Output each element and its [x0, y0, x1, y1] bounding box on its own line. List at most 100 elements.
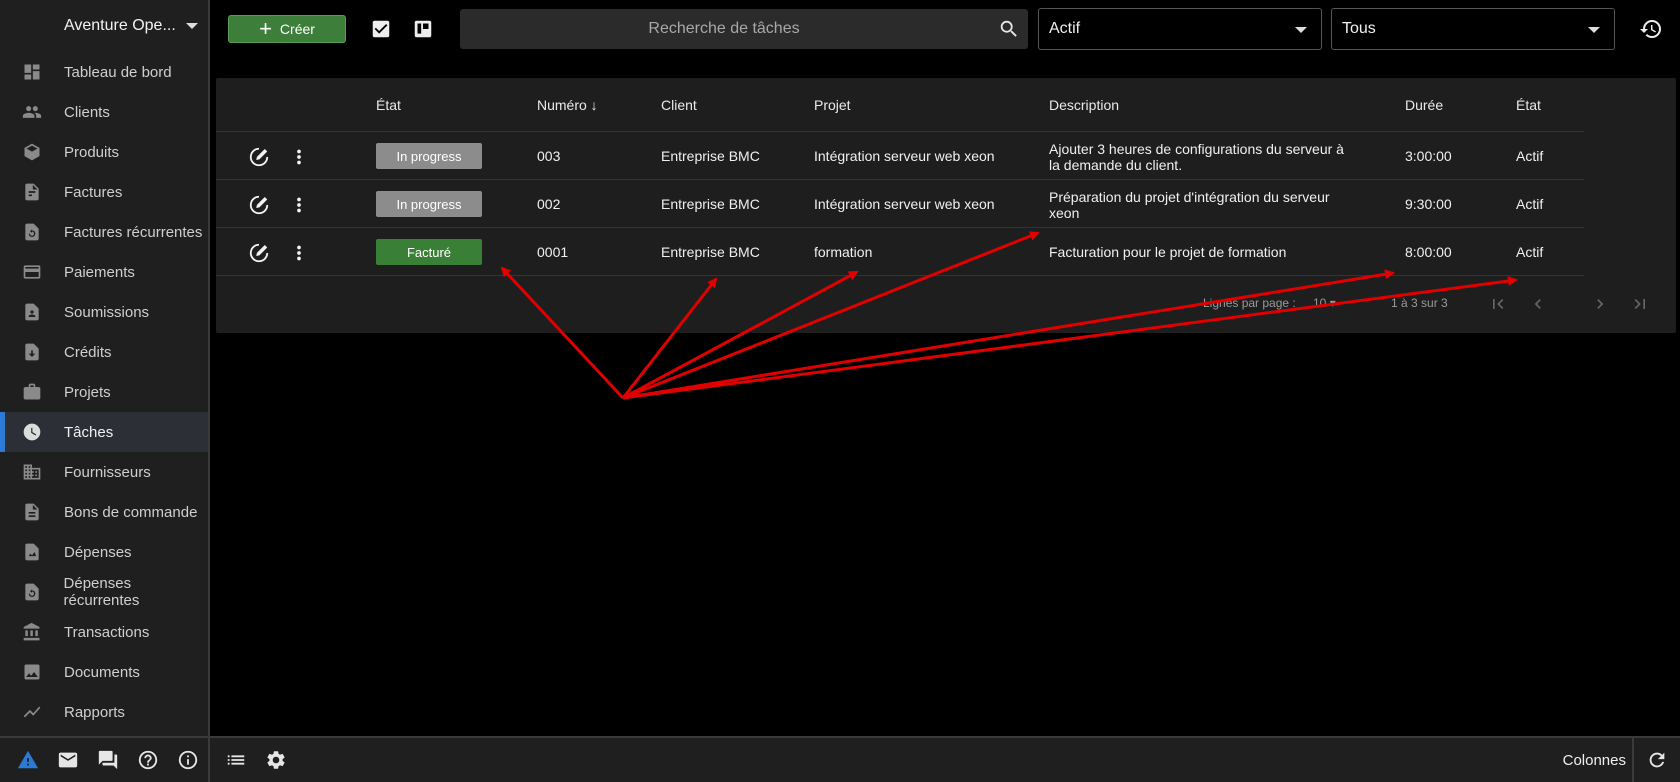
task-client[interactable]: Entreprise BMC — [661, 244, 760, 260]
task-number[interactable]: 0001 — [537, 244, 568, 260]
columns-button[interactable]: Colonnes — [1563, 752, 1626, 769]
task-project[interactable]: formation — [814, 244, 872, 260]
task-client[interactable]: Entreprise BMC — [661, 148, 760, 164]
sidebar-item-17[interactable]: Rapports — [0, 692, 208, 732]
quote-icon — [21, 301, 43, 323]
sidebar-item-5[interactable]: Factures récurrentes — [0, 212, 208, 252]
bank-icon — [21, 621, 43, 643]
sidebar-item-13[interactable]: Dépenses — [0, 532, 208, 572]
header-number[interactable]: Numéro ↓ — [537, 97, 598, 113]
create-button[interactable]: + Créer — [228, 15, 346, 43]
more-vert-icon[interactable] — [287, 241, 311, 265]
mail-icon[interactable] — [48, 740, 88, 780]
sidebar-item-15[interactable]: Transactions — [0, 612, 208, 652]
company-name: Aventure Ope... — [64, 17, 176, 34]
header-state[interactable]: État — [376, 97, 401, 113]
search-input[interactable] — [460, 9, 1028, 49]
sidebar-item-7[interactable]: Soumissions — [0, 292, 208, 332]
edit-icon[interactable] — [247, 145, 271, 169]
scope-filter-select[interactable]: Tous — [1331, 8, 1615, 50]
task-description: Ajouter 3 heures de configurations du se… — [1049, 141, 1344, 173]
sidebar-item-16[interactable]: Documents — [0, 652, 208, 692]
settings-gear-icon[interactable] — [256, 740, 296, 780]
table-row[interactable]: Facturé 0001 Entreprise BMC formation Fa… — [216, 228, 1584, 276]
first-page-icon[interactable] — [1488, 294, 1508, 314]
chat-icon[interactable] — [88, 740, 128, 780]
refresh-icon[interactable] — [1632, 738, 1680, 782]
sidebar-item-2[interactable]: Clients — [0, 92, 208, 132]
credit-card-icon — [21, 261, 43, 283]
sidebar-item-3[interactable]: Produits — [0, 132, 208, 172]
search-icon[interactable] — [998, 18, 1020, 40]
sidebar-item-label: Projets — [64, 383, 111, 401]
building-icon — [21, 461, 43, 483]
task-client[interactable]: Entreprise BMC — [661, 196, 760, 212]
header-status[interactable]: État — [1516, 97, 1541, 113]
warning-icon[interactable] — [8, 740, 48, 780]
header-duration[interactable]: Durée — [1405, 97, 1443, 113]
expense-icon — [21, 541, 43, 563]
status-badge: In progress — [376, 191, 482, 217]
next-page-icon[interactable] — [1590, 294, 1610, 314]
edit-icon[interactable] — [247, 241, 271, 265]
header-project[interactable]: Projet — [814, 97, 851, 113]
briefcase-icon — [21, 381, 43, 403]
sidebar-item-label: Clients — [64, 103, 110, 121]
sidebar-item-14[interactable]: Dépenses récurrentes — [0, 572, 208, 612]
sidebar-item-label: Factures récurrentes — [64, 223, 203, 241]
sidebar-item-1[interactable]: Tableau de bord — [0, 52, 208, 92]
more-vert-icon[interactable] — [287, 193, 311, 217]
table-row[interactable]: In progress 002 Entreprise BMC Intégrati… — [216, 180, 1584, 228]
header-description[interactable]: Description — [1049, 97, 1119, 113]
sidebar-item-label: Tâches — [64, 423, 114, 441]
dashboard-icon — [21, 61, 43, 83]
edit-icon[interactable] — [247, 193, 271, 217]
list-view-icon[interactable] — [216, 740, 256, 780]
pagination-range: 1 à 3 sur 3 — [1391, 296, 1448, 310]
cube-icon — [21, 141, 43, 163]
clock-icon — [21, 421, 43, 443]
header-client[interactable]: Client — [661, 97, 697, 113]
task-status: Actif — [1516, 196, 1544, 212]
sidebar-item-label: Dépenses récurrentes — [63, 575, 140, 609]
sidebar-item-label: Rapports — [64, 703, 125, 721]
sidebar-item-10[interactable]: Tâches — [0, 412, 208, 452]
previous-page-icon[interactable] — [1528, 294, 1548, 314]
sidebar-item-label: Paiements — [64, 263, 135, 281]
task-project[interactable]: Intégration serveur web xeon — [814, 196, 995, 212]
image-icon — [21, 661, 43, 683]
status-badge: In progress — [376, 143, 482, 169]
task-number[interactable]: 002 — [537, 196, 560, 212]
task-description: Facturation pour le projet de formation — [1049, 244, 1287, 260]
sidebar-item-6[interactable]: Paiements — [0, 252, 208, 292]
rows-per-page-select[interactable]: 10 ▾ — [1313, 296, 1336, 310]
company-selector[interactable]: Aventure Ope... — [0, 0, 208, 52]
sidebar-footer — [0, 736, 210, 782]
more-vert-icon[interactable] — [287, 145, 311, 169]
task-number[interactable]: 003 — [537, 148, 560, 164]
task-duration: 8:00:00 — [1405, 244, 1452, 260]
last-page-icon[interactable] — [1630, 294, 1650, 314]
sidebar-item-label: Bons de commande — [64, 503, 198, 521]
checkbox-view-icon[interactable] — [368, 16, 394, 42]
task-duration: 9:30:00 — [1405, 196, 1452, 212]
tasks-table: État Numéro ↓ Client Projet Description … — [216, 78, 1676, 333]
sidebar-item-8[interactable]: Crédits — [0, 332, 208, 372]
sidebar-item-label: Crédits — [64, 343, 112, 361]
sidebar-item-4[interactable]: Factures — [0, 172, 208, 212]
task-project[interactable]: Intégration serveur web xeon — [814, 148, 995, 164]
sidebar-item-12[interactable]: Bons de commande — [0, 492, 208, 532]
task-status: Actif — [1516, 244, 1544, 260]
invoice-icon — [21, 181, 43, 203]
table-row[interactable]: In progress 003 Entreprise BMC Intégrati… — [216, 132, 1584, 180]
help-icon[interactable] — [128, 740, 168, 780]
info-icon[interactable] — [168, 740, 208, 780]
sidebar-item-11[interactable]: Fournisseurs — [0, 452, 208, 492]
sidebar-item-label: Dépenses — [64, 543, 132, 561]
kanban-view-icon[interactable] — [410, 16, 436, 42]
history-icon[interactable] — [1636, 14, 1666, 44]
recurring-expense-icon — [21, 581, 43, 603]
dropdown-arrow-icon — [1295, 27, 1307, 33]
sidebar-item-9[interactable]: Projets — [0, 372, 208, 412]
status-filter-select[interactable]: Actif — [1038, 8, 1322, 50]
